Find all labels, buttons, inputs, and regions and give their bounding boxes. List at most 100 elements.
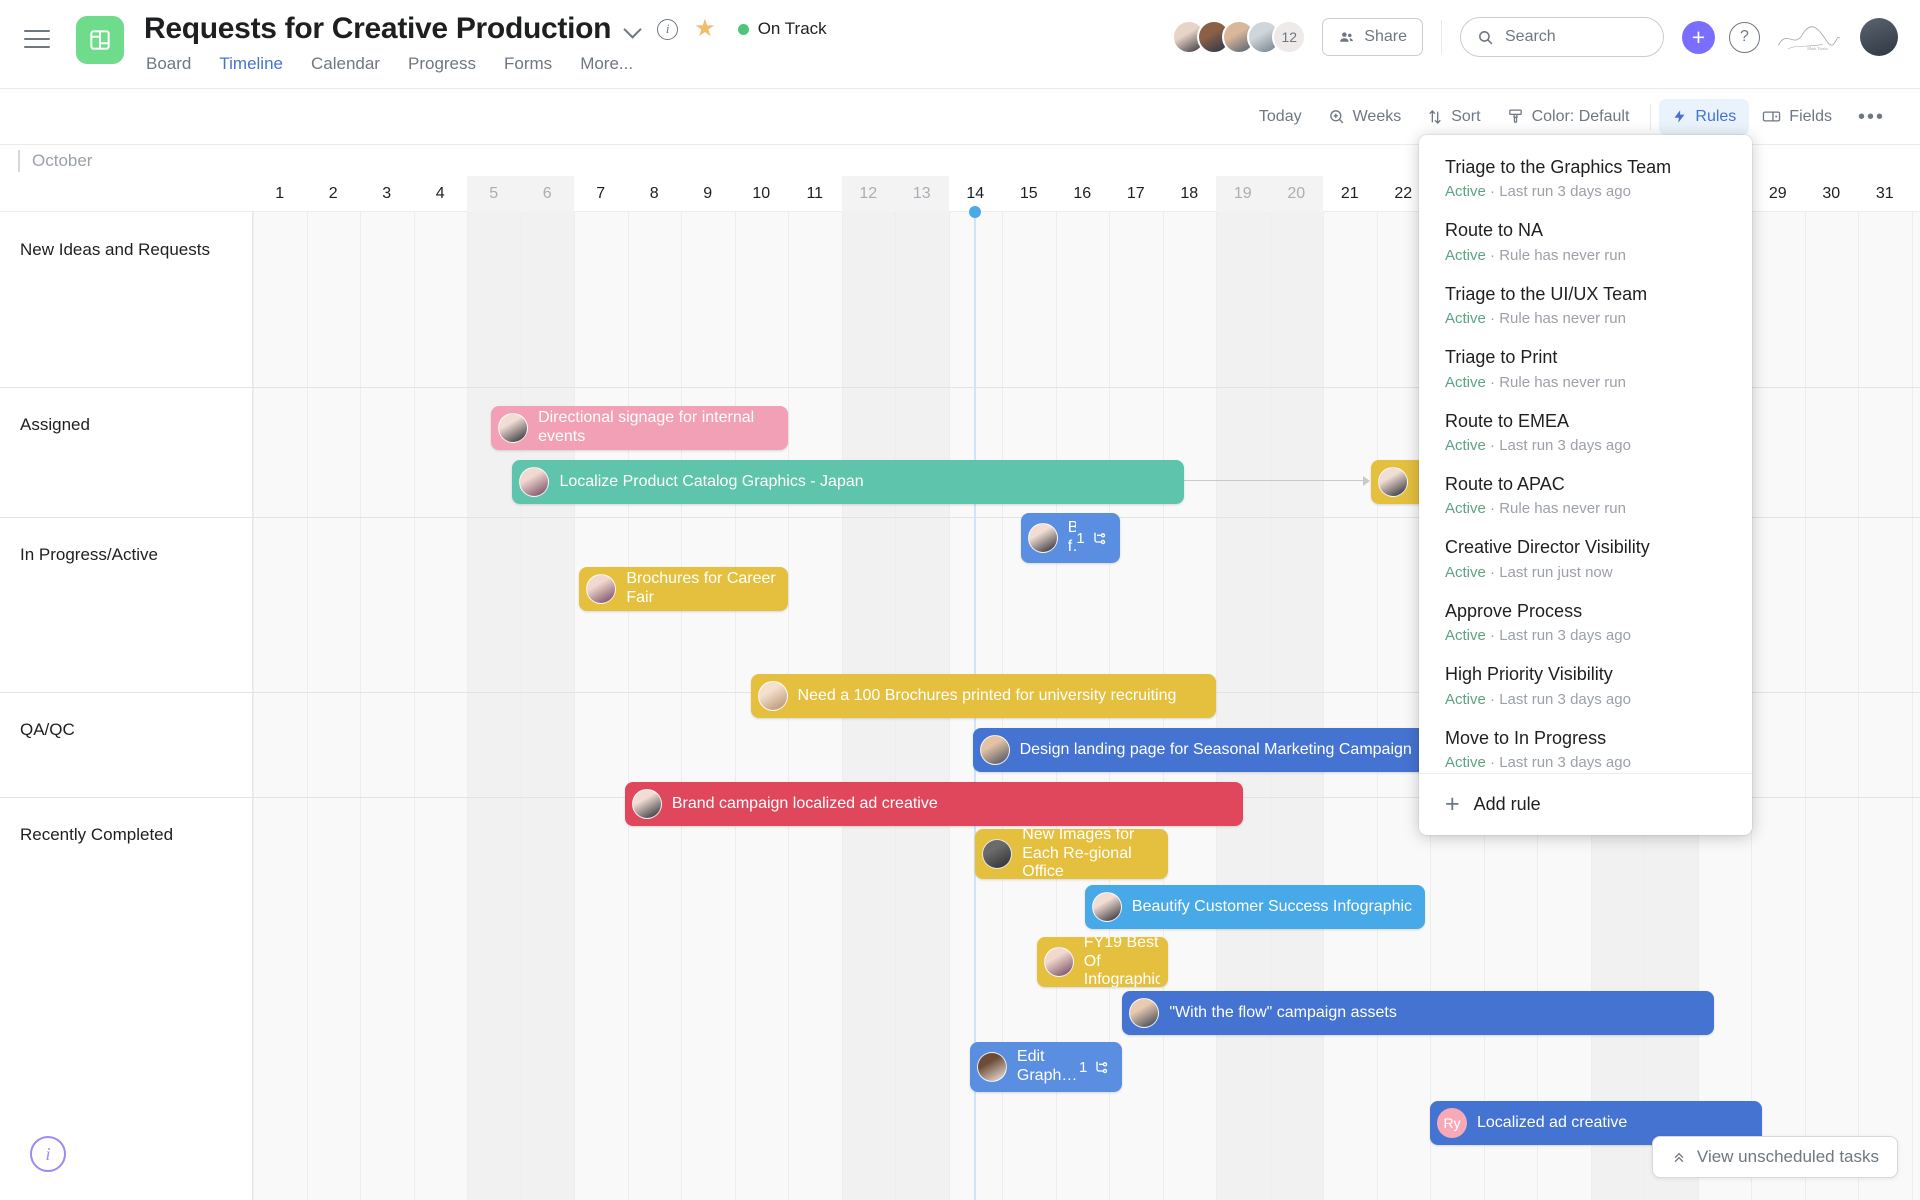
rule-meta: Active · Last run just now <box>1445 564 1726 581</box>
task-name: Design landing page for Seasonal Marketi… <box>1019 740 1412 758</box>
subtask-count-value: 1 <box>1076 529 1085 547</box>
fields-button[interactable]: Fields <box>1749 99 1845 135</box>
rule-item[interactable]: Triage to the UI/UX Team Active · Rule ha… <box>1419 274 1752 337</box>
rule-item[interactable]: Approve Process Active · Last run 3 days … <box>1419 591 1752 654</box>
task-bar[interactable]: Brochures for Career Fair <box>579 567 788 611</box>
section-divider <box>0 692 253 693</box>
top-bar: Requests for Creative Production i ★ On … <box>0 0 1920 88</box>
task-bar[interactable]: "With the flow" campaign assets <box>1122 991 1714 1035</box>
task-bar[interactable]: Edit Graph… 1 <box>969 1042 1123 1092</box>
view-unscheduled-tasks-button[interactable]: View unscheduled tasks <box>1651 1136 1898 1178</box>
sort-icon <box>1429 109 1442 124</box>
task-bar[interactable]: Directional signage for internal events <box>491 406 788 450</box>
rule-item[interactable]: Route to NA Active · Rule has never run <box>1419 210 1752 273</box>
section-label[interactable]: In Progress/Active <box>20 545 158 565</box>
info-icon[interactable]: i <box>657 18 679 40</box>
task-name: Edit Graph… <box>1016 1048 1078 1084</box>
divider <box>1441 20 1442 54</box>
help-icon[interactable]: ? <box>1729 21 1760 53</box>
rule-item[interactable]: Route to EMEA Active · Last run 3 days ag… <box>1419 401 1752 464</box>
rule-name: Triage to Print <box>1445 347 1558 368</box>
grid-column-line <box>1858 212 1859 1200</box>
date-cell: 3 <box>382 185 392 202</box>
task-bar[interactable]: Localize Product Catalog Graphics - Japa… <box>512 460 1184 504</box>
subtask-count-value: 1 <box>1079 1058 1088 1076</box>
hamburger-icon[interactable] <box>24 30 50 48</box>
dependency-arrow <box>1363 476 1371 486</box>
rule-item[interactable]: High Priority Visibility Active · Last ru… <box>1419 654 1752 717</box>
task-bar[interactable]: Need a 100 Brochures printed for univers… <box>750 674 1216 718</box>
rules-list[interactable]: Triage to the Graphics Team Active · Last… <box>1419 135 1752 773</box>
rule-meta: Active · Rule has never run <box>1445 500 1726 517</box>
rule-name: High Priority Visibility <box>1445 664 1613 685</box>
grid-column-line <box>1323 212 1324 1200</box>
weekend-band <box>520 212 574 1200</box>
share-button[interactable]: Share <box>1322 18 1423 56</box>
date-cell: 29 <box>1768 185 1787 202</box>
status-badge[interactable]: On Track <box>737 19 827 39</box>
add-rule-button[interactable]: + Add rule <box>1419 773 1752 835</box>
today-button[interactable]: Today <box>1246 99 1315 135</box>
task-name: B…f… <box>1067 519 1077 555</box>
rule-item[interactable]: Move to In Progress Active · Last run 3 d… <box>1419 718 1752 773</box>
add-button[interactable]: + <box>1682 20 1715 54</box>
avatar <box>976 1052 1007 1082</box>
task-name: "With the flow" campaign assets <box>1169 1003 1397 1021</box>
member-avatars[interactable]: 12 <box>1172 20 1307 54</box>
grid-column-line <box>413 212 415 1200</box>
rule-last-run: · Last run 3 days ago <box>1485 690 1631 708</box>
grid-column-line <box>1269 212 1271 1200</box>
unscheduled-label: View unscheduled tasks <box>1696 1147 1879 1166</box>
tab-forms[interactable]: Forms <box>504 54 552 76</box>
grid-column-line <box>360 212 361 1200</box>
subtask-icon <box>1096 1061 1108 1074</box>
section-label[interactable]: Assigned <box>20 415 90 435</box>
avatar <box>757 681 788 711</box>
rule-item[interactable]: Triage to Print Active · Rule has never r… <box>1419 337 1752 400</box>
rule-state: Active <box>1445 563 1486 581</box>
section-label[interactable]: Recently Completed <box>20 825 173 845</box>
more-options-button[interactable]: ••• <box>1845 99 1898 135</box>
star-icon[interactable]: ★ <box>694 17 716 41</box>
task-name: Localized ad creative <box>1477 1113 1628 1131</box>
rule-item[interactable]: Route to APAC Active · Rule has never run <box>1419 464 1752 527</box>
task-bar[interactable]: B…f…1 <box>1020 513 1120 563</box>
rule-item[interactable]: Creative Director Visibility Active · Las… <box>1419 527 1752 590</box>
color-button[interactable]: Color: Default <box>1494 99 1643 135</box>
rule-name: Triage to the UI/UX Team <box>1445 283 1648 304</box>
grid-column-line <box>1804 212 1806 1200</box>
rule-item[interactable]: Triage to the Graphics Team Active · Last… <box>1419 147 1752 210</box>
tab-calendar[interactable]: Calendar <box>311 54 380 76</box>
member-overflow-count[interactable]: 12 <box>1272 20 1307 54</box>
task-bar[interactable]: New Images for Each Re-gional Office <box>975 829 1168 879</box>
task-bar[interactable]: FY19 Best Of Infographic <box>1036 937 1168 987</box>
fields-icon <box>1763 111 1781 122</box>
tab-progress[interactable]: Progress <box>408 54 476 76</box>
zoom-weeks-button[interactable]: Weeks <box>1315 99 1415 135</box>
date-cell: 1 <box>1912 176 1920 212</box>
weekend-band <box>1216 212 1270 1200</box>
grid-column-line <box>681 212 682 1200</box>
avatar[interactable] <box>1860 18 1898 56</box>
view-tabs: Board Timeline Calendar Progress Forms M… <box>144 54 827 76</box>
status-label: On Track <box>757 19 827 38</box>
search-input[interactable]: Search <box>1460 17 1664 57</box>
task-bar[interactable]: Brand campaign localized ad creative <box>624 782 1243 826</box>
avatar <box>1027 523 1058 553</box>
signature-stamp-icon: Mark Twain <box>1778 26 1840 51</box>
rule-meta: Active · Rule has never run <box>1445 247 1726 264</box>
tab-more[interactable]: More... <box>580 54 633 76</box>
info-icon[interactable]: i <box>30 1136 66 1172</box>
rule-last-run: · Rule has never run <box>1485 373 1626 391</box>
section-label[interactable]: QA/QC <box>20 720 75 740</box>
sort-button[interactable]: Sort <box>1414 99 1493 135</box>
tab-board[interactable]: Board <box>146 54 191 76</box>
rule-name: Approve Process <box>1445 600 1583 621</box>
rules-button[interactable]: Rules <box>1659 98 1750 135</box>
overflow-dots-icon: ••• <box>1857 105 1885 128</box>
task-bar[interactable]: Beautify Customer Success Infographic <box>1084 885 1425 929</box>
chevron-down-icon[interactable] <box>625 21 641 37</box>
section-label[interactable]: New Ideas and Requests <box>20 240 210 260</box>
tab-timeline[interactable]: Timeline <box>219 54 283 76</box>
avatar <box>519 467 550 497</box>
